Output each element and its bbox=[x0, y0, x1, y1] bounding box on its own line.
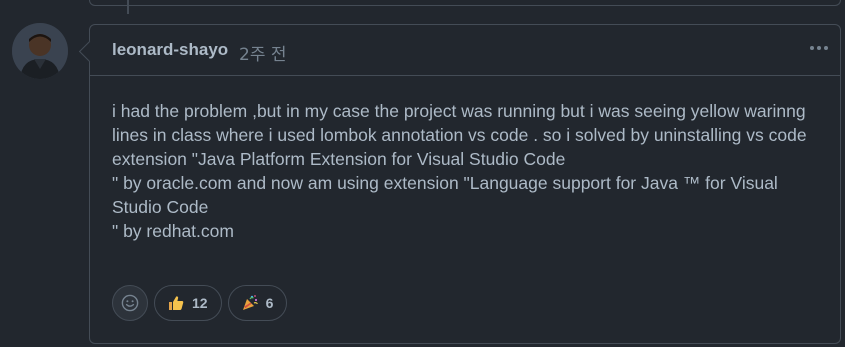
comment-card: leonard-shayo 2주 전 i had the problem ,bu… bbox=[89, 24, 841, 344]
previous-comment-edge bbox=[89, 0, 841, 6]
reaction-count: 12 bbox=[192, 295, 208, 311]
add-reaction-button[interactable] bbox=[112, 285, 148, 321]
more-options-button[interactable] bbox=[808, 37, 830, 59]
kebab-dot-icon bbox=[810, 46, 814, 50]
author-link[interactable]: leonard-shayo bbox=[112, 40, 228, 60]
reaction-count: 6 bbox=[265, 295, 274, 311]
comment-body: i had the problem ,but in my case the pr… bbox=[112, 99, 830, 243]
tada-icon bbox=[241, 294, 259, 312]
reaction-thumbs-up[interactable]: 12 bbox=[154, 285, 222, 321]
comment-paragraph: " by redhat.com bbox=[112, 221, 234, 241]
thumbs-up-icon bbox=[167, 294, 185, 312]
avatar[interactable] bbox=[12, 23, 68, 79]
kebab-dot-icon bbox=[817, 46, 821, 50]
comment-paragraph: " by oracle.com and now am using extensi… bbox=[112, 173, 778, 217]
smiley-icon bbox=[121, 294, 139, 312]
reactions-bar: 12 6 bbox=[112, 285, 288, 321]
kebab-dot-icon bbox=[824, 46, 828, 50]
reaction-tada[interactable]: 6 bbox=[227, 285, 288, 321]
comment-header: leonard-shayo 2주 전 bbox=[90, 25, 840, 76]
comment-paragraph: i had the problem ,but in my case the pr… bbox=[112, 101, 807, 169]
comment-timestamp[interactable]: 2주 전 bbox=[239, 40, 287, 65]
